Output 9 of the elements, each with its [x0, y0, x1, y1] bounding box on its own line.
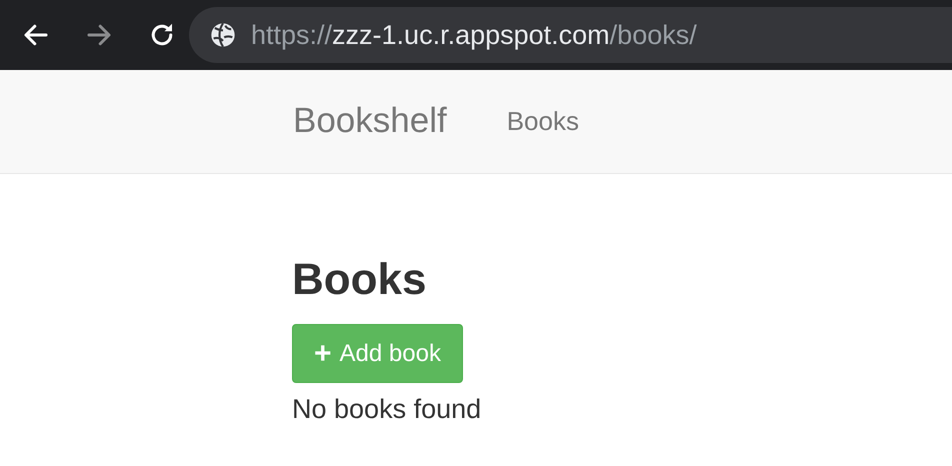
nav-link[interactable]: Books [506, 102, 579, 141]
brand-link[interactable]: Bookshelf [293, 95, 447, 148]
url-text: https://zzz-1.uc.r.appspot.com/books/ [251, 18, 697, 52]
add-book-button[interactable]: + Add book [292, 324, 463, 383]
page-heading: Books [292, 258, 426, 302]
globe-icon [209, 21, 237, 49]
plus-icon: + [314, 338, 332, 368]
empty-message: No books found [292, 393, 482, 426]
address-bar[interactable]: https://zzz-1.uc.r.appspot.com/books/ [189, 7, 952, 63]
